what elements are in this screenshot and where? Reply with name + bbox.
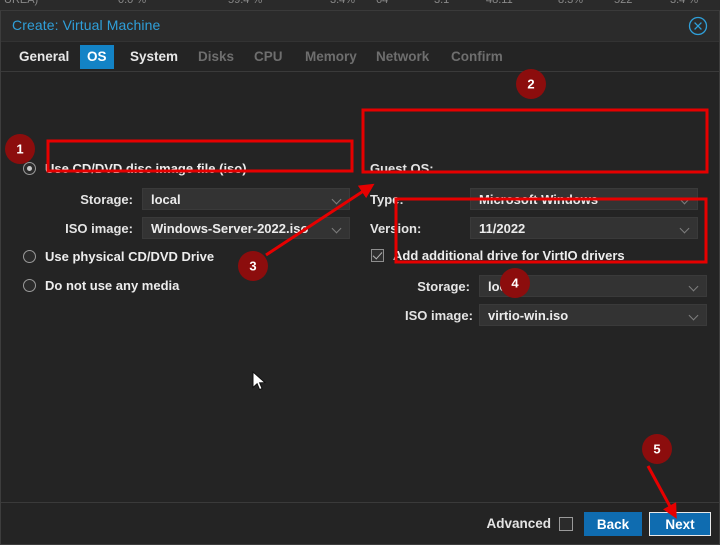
guest-os-heading: Guest OS: — [370, 161, 434, 176]
guest-os-version-row: Version: 11/2022 — [370, 217, 698, 239]
advanced-label: Advanced — [486, 516, 551, 531]
guest-os-version-label: Version: — [370, 220, 422, 236]
virtio-storage-label: Storage: — [417, 278, 470, 294]
iso-storage-row: Storage: local — [49, 188, 350, 210]
tab-disks: Disks — [198, 49, 235, 64]
virtio-iso-value: virtio-win.iso — [488, 307, 569, 323]
background-cell: 8.3% — [558, 0, 584, 6]
media-option-none-label: Do not use any media — [45, 278, 180, 293]
background-cell: 0.0 % — [118, 0, 147, 6]
tab-memory: Memory — [305, 49, 357, 64]
dialog-body: Use CD/DVD disc image file (iso) Storage… — [1, 72, 719, 502]
iso-storage-value: local — [151, 191, 181, 207]
media-option-physical[interactable]: Use physical CD/DVD Drive — [23, 249, 214, 264]
virtio-storage-value: local — [488, 278, 518, 294]
background-cell: 522 — [614, 0, 633, 6]
iso-image-label: ISO image: — [65, 220, 133, 236]
background-cell: 48.11 — [486, 0, 513, 6]
background-cell: 64 — [376, 0, 389, 6]
tab-os[interactable]: OS — [80, 45, 114, 69]
iso-storage-label: Storage: — [80, 191, 133, 207]
chevron-down-icon — [690, 312, 699, 321]
guest-os-type-select[interactable]: Microsoft Windows — [470, 188, 698, 210]
media-option-iso-label: Use CD/DVD disc image file (iso) — [45, 161, 247, 176]
guest-os-heading-label: Guest OS: — [370, 161, 434, 176]
iso-storage-select[interactable]: local — [142, 188, 350, 210]
virtio-checkbox-label: Add additional drive for VirtIO drivers — [393, 248, 625, 263]
virtio-iso-label: ISO image: — [405, 307, 473, 323]
screen: UREA) 0.0 % 59.4 % 3.4% 64 3.1 48.11 8.3% 522 3.4… — [0, 0, 720, 545]
virtio-iso-select[interactable]: virtio-win.iso — [479, 304, 707, 326]
create-vm-dialog: Create: Virtual Machine General OS System D… — [0, 11, 720, 545]
chevron-down-icon — [681, 225, 690, 234]
close-circle-icon[interactable] — [687, 15, 709, 37]
virtio-iso-row: ISO image: virtio-win.iso — [405, 304, 707, 326]
next-button[interactable]: Next — [649, 512, 711, 536]
tab-network: Network — [376, 49, 430, 64]
dialog-footer: Advanced Back Next — [1, 502, 719, 544]
guest-os-type-row: Type: Microsoft Windows — [370, 188, 698, 210]
radio-use-physical-drive[interactable] — [23, 250, 36, 263]
media-option-physical-label: Use physical CD/DVD Drive — [45, 249, 215, 264]
tab-confirm: Confirm — [451, 49, 503, 64]
guest-os-type-label: Type: — [370, 191, 404, 207]
guest-os-version-select[interactable]: 11/2022 — [470, 217, 698, 239]
checkbox-advanced[interactable] — [559, 517, 573, 531]
chevron-down-icon — [690, 283, 699, 292]
iso-image-value: Windows-Server-2022.iso — [151, 220, 309, 236]
virtio-checkbox-row[interactable]: Add additional drive for VirtIO drivers — [371, 248, 625, 263]
dialog-titlebar: Create: Virtual Machine — [1, 11, 719, 42]
chevron-down-icon — [681, 196, 690, 205]
radio-use-iso[interactable] — [23, 162, 36, 175]
chevron-down-icon — [333, 225, 342, 234]
checkbox-add-virtio-drive[interactable] — [371, 249, 384, 262]
guest-os-type-value: Microsoft Windows — [479, 191, 599, 207]
virtio-storage-row: Storage: local — [405, 275, 707, 297]
media-option-none[interactable]: Do not use any media — [23, 278, 179, 293]
background-cell: 3.4 % — [670, 0, 699, 6]
iso-image-row: ISO image: Windows-Server-2022.iso — [49, 217, 350, 239]
dialog-title: Create: Virtual Machine — [12, 17, 161, 33]
iso-image-select[interactable]: Windows-Server-2022.iso — [142, 217, 350, 239]
back-button[interactable]: Back — [584, 512, 642, 536]
media-option-iso[interactable]: Use CD/DVD disc image file (iso) — [23, 161, 247, 176]
background-table-strip: UREA) 0.0 % 59.4 % 3.4% 64 3.1 48.11 8.3% 522 3.4… — [0, 0, 720, 11]
background-cell: 59.4 % — [228, 0, 263, 6]
background-cell: 3.4% — [330, 0, 356, 6]
virtio-storage-select[interactable]: local — [479, 275, 707, 297]
radio-no-media[interactable] — [23, 279, 36, 292]
tab-system[interactable]: System — [123, 45, 185, 69]
chevron-down-icon — [333, 196, 342, 205]
guest-os-version-value: 11/2022 — [479, 220, 526, 236]
wizard-tabbar: General OS System Disks CPU Memory Network Conf… — [1, 42, 719, 72]
tab-cpu: CPU — [254, 49, 283, 64]
tab-general[interactable]: General — [12, 45, 76, 69]
background-cell: 3.1 — [434, 0, 450, 6]
background-cell: UREA) — [4, 0, 39, 6]
